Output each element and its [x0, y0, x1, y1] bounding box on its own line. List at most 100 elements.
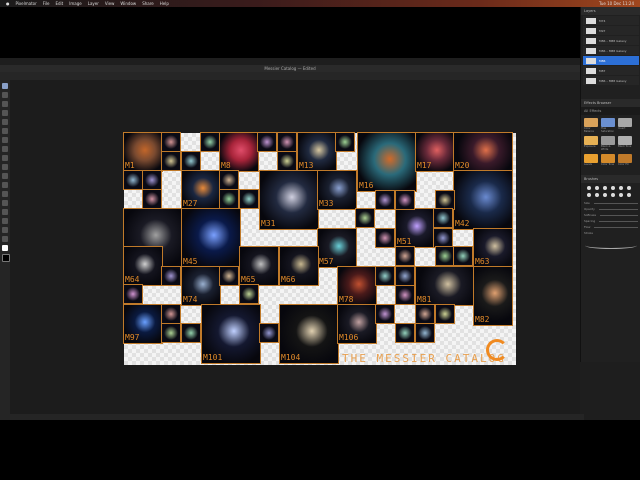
thumbnail-tile[interactable] — [375, 190, 395, 210]
canvas-area[interactable]: M1M8M13M16M17M20M27M31M33M42M44M45M51M57… — [10, 80, 580, 414]
background-color-swatch[interactable] — [2, 254, 10, 262]
menu-edit[interactable]: Edit — [55, 1, 63, 6]
messier-tile-m33[interactable]: M33 — [317, 170, 357, 210]
repair-tool-icon[interactable] — [2, 191, 8, 197]
zoom-tool-icon[interactable] — [2, 227, 8, 233]
thumbnail-tile[interactable] — [395, 266, 415, 286]
hand-tool-icon[interactable] — [2, 236, 8, 242]
thumbnail-tile[interactable] — [335, 132, 355, 152]
brush-tip-icon[interactable] — [595, 186, 599, 190]
menu-clock[interactable]: Tue 10 Dec 11:24 — [599, 1, 634, 6]
thumbnail-tile[interactable] — [142, 170, 162, 190]
messier-tile-m66[interactable]: M66 — [279, 246, 319, 286]
clone-stamp-tool-icon[interactable] — [2, 182, 8, 188]
brush-tip-icon[interactable] — [627, 186, 631, 190]
messier-tile-m45[interactable]: M45 — [181, 208, 241, 268]
thumbnail-tile[interactable] — [435, 304, 455, 324]
messier-tile-m17[interactable]: M17 — [415, 132, 455, 172]
layer-row[interactable]: M86 – M88 Galaxy — [583, 76, 639, 85]
brush-tip-icon[interactable] — [627, 193, 631, 197]
paint-bucket-tool-icon[interactable] — [2, 164, 8, 170]
pen-tool-icon[interactable] — [2, 218, 8, 224]
brush-tip-icon[interactable] — [603, 186, 607, 190]
thumbnail-tile[interactable] — [219, 170, 239, 190]
layer-row[interactable]: M86 — [583, 56, 639, 65]
thumbnail-tile[interactable] — [259, 323, 279, 343]
effect-item[interactable]: Invert — [618, 118, 632, 133]
messier-tile-m65[interactable]: M65 — [239, 246, 279, 286]
menu-layer[interactable]: Layer — [88, 1, 99, 6]
thumbnail-tile[interactable] — [395, 246, 415, 266]
messier-tile-m78[interactable]: M78 — [337, 266, 377, 306]
thumbnail-tile[interactable] — [355, 208, 375, 228]
messier-tile-m8[interactable]: M8 — [219, 132, 259, 172]
thumbnail-tile[interactable] — [161, 323, 181, 343]
thumbnail-tile[interactable] — [257, 132, 277, 152]
thumbnail-tile[interactable] — [453, 246, 473, 266]
thumbnail-tile[interactable] — [161, 304, 181, 324]
messier-tile-m63[interactable]: M63 — [473, 228, 513, 268]
effect-item[interactable]: Exposure — [584, 136, 598, 151]
thumbnail-tile[interactable] — [277, 151, 297, 171]
magic-wand-tool-icon[interactable] — [2, 110, 8, 116]
messier-catalog-document[interactable]: M1M8M13M16M17M20M27M31M33M42M44M45M51M57… — [123, 132, 516, 365]
brush-tip-icon[interactable] — [611, 186, 615, 190]
menu-view[interactable]: View — [105, 1, 115, 6]
thumbnail-tile[interactable] — [142, 189, 162, 209]
messier-tile-m16[interactable]: M16 — [357, 132, 417, 192]
messier-tile-m82[interactable]: M82 — [473, 266, 513, 326]
menu-file[interactable]: File — [43, 1, 50, 6]
slider-track[interactable] — [598, 208, 638, 210]
messier-tile-m13[interactable]: M13 — [297, 132, 337, 172]
thumbnail-tile[interactable] — [181, 151, 201, 171]
thumbnail-tile[interactable] — [395, 285, 415, 305]
thumbnail-tile[interactable] — [375, 228, 395, 248]
slider-track[interactable] — [593, 202, 638, 204]
effect-item[interactable]: Levels — [584, 154, 598, 166]
messier-tile-m20[interactable]: M20 — [453, 132, 513, 172]
thumbnail-tile[interactable] — [277, 132, 297, 152]
layer-row[interactable]: M87 — [583, 66, 639, 75]
thumbnail-tile[interactable] — [181, 323, 201, 343]
thumbnail-tile[interactable] — [395, 190, 415, 210]
layer-row[interactable]: M86 – M88 Galaxy — [583, 46, 639, 55]
effect-item[interactable]: Color Fill — [618, 154, 632, 166]
paint-brush-tool-icon[interactable] — [2, 137, 8, 143]
slider-track[interactable] — [594, 226, 638, 228]
thumbnail-tile[interactable] — [435, 246, 455, 266]
thumbnail-tile[interactable] — [161, 266, 181, 286]
messier-tile-m27[interactable]: M27 — [181, 170, 221, 210]
effect-item[interactable]: Black & White — [601, 136, 615, 151]
brush-tip-icon[interactable] — [587, 186, 591, 190]
thumbnail-tile[interactable] — [161, 132, 181, 152]
effects-filter[interactable]: All Effects — [581, 107, 640, 115]
thumbnail-tile[interactable] — [395, 323, 415, 343]
messier-tile-m101[interactable]: M101 — [201, 304, 261, 364]
brush-tip-icon[interactable] — [603, 193, 607, 197]
layer-row[interactable]: M97 — [583, 26, 639, 35]
messier-tile-m1[interactable]: M1 — [123, 132, 163, 172]
thumbnail-tile[interactable] — [435, 190, 455, 210]
messier-tile-m81[interactable]: M81 — [415, 266, 475, 306]
thumbnail-tile[interactable] — [123, 284, 143, 304]
messier-tile-m97[interactable]: M97 — [123, 304, 163, 344]
thumbnail-tile[interactable] — [219, 266, 239, 286]
effect-item[interactable]: Color Balance — [584, 118, 598, 133]
crop-tool-icon[interactable] — [2, 119, 8, 125]
effect-item[interactable]: Black Tone — [618, 136, 632, 151]
brush-tip-icon[interactable] — [595, 193, 599, 197]
menu-share[interactable]: Share — [142, 1, 154, 6]
effect-item[interactable]: Hue Saturation — [601, 118, 615, 133]
messier-tile-m31[interactable]: M31 — [259, 170, 319, 230]
arrange-tool-icon[interactable] — [2, 83, 8, 89]
messier-tile-m42[interactable]: M42 — [453, 170, 513, 230]
messier-tile-m57[interactable]: M57 — [317, 228, 357, 268]
effect-item[interactable]: Color Tone — [601, 154, 615, 166]
thumbnail-tile[interactable] — [433, 208, 453, 228]
gradient-tool-icon[interactable] — [2, 173, 8, 179]
messier-tile-m74[interactable]: M74 — [181, 266, 221, 306]
apple-icon[interactable]: ● — [6, 1, 10, 6]
shape-tool-icon[interactable] — [2, 209, 8, 215]
eyedropper-tool-icon[interactable] — [2, 128, 8, 134]
thumbnail-tile[interactable] — [200, 132, 220, 152]
